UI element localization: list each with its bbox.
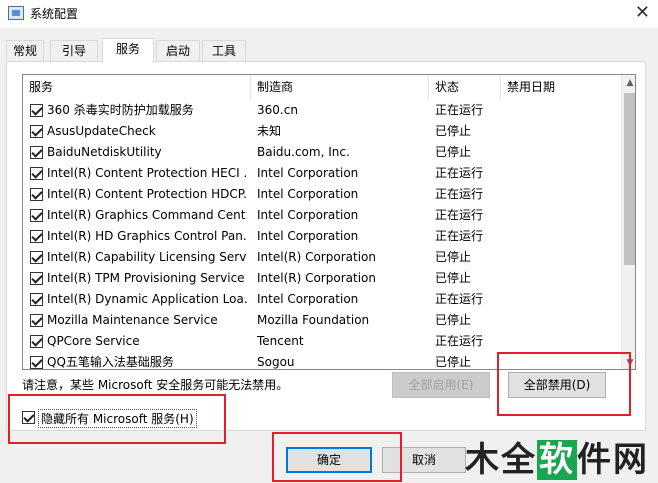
service-status: 正在运行 (435, 187, 484, 201)
table-row[interactable]: AsusUpdateCheck 未知 已停止 (23, 121, 623, 142)
service-name: Intel(R) HD Graphics Control Pan... (47, 229, 247, 243)
service-checkbox[interactable] (30, 314, 43, 327)
service-name: Intel(R) Graphics Command Cent... (47, 208, 247, 222)
services-list[interactable]: 服务 制造商 状态 禁用日期 360 杀毒实时防护加载服务 360.cn 正在运行 A… (22, 74, 636, 370)
title-bar: 系统配置 ✕ (0, 0, 658, 28)
service-status: 正在运行 (435, 208, 484, 222)
table-row[interactable]: BaiduNetdiskUtility Baidu.com, Inc. 已停止 (23, 142, 623, 163)
service-name: Intel(R) TPM Provisioning Service (47, 271, 245, 285)
service-name: Intel(R) Capability Licensing Servi... (47, 250, 247, 264)
service-name: BaiduNetdiskUtility (47, 145, 162, 159)
scroll-thumb[interactable] (624, 93, 635, 265)
service-name: Mozilla Maintenance Service (47, 313, 218, 327)
service-checkbox[interactable] (30, 209, 43, 222)
service-status: 已停止 (435, 145, 472, 159)
service-status: 正在运行 (435, 166, 484, 180)
column-header-manufacturer[interactable]: 制造商 (251, 75, 429, 100)
tab-startup[interactable]: 启动 (156, 40, 200, 62)
window-title: 系统配置 (30, 7, 79, 21)
scroll-up-icon[interactable]: ▲ (622, 75, 635, 91)
enable-all-button[interactable]: 全部启用(E) (392, 372, 490, 398)
service-status: 已停止 (435, 250, 472, 264)
table-row[interactable]: Intel(R) Content Protection HECI ... Inte… (23, 163, 623, 184)
service-status: 正在运行 (435, 103, 484, 117)
service-name: 360 杀毒实时防护加载服务 (47, 103, 194, 117)
service-status: 正在运行 (435, 334, 484, 348)
highlight-box-disable-all (497, 352, 631, 416)
service-manufacturer: Intel Corporation (257, 166, 359, 180)
table-row[interactable]: Intel(R) Graphics Command Cent... Intel C… (23, 205, 623, 226)
service-manufacturer: 未知 (257, 124, 282, 138)
table-row[interactable]: QPCore Service Tencent 正在运行 (23, 331, 623, 352)
service-name: AsusUpdateCheck (47, 124, 156, 138)
service-checkbox[interactable] (30, 272, 43, 285)
service-manufacturer: Sogou (257, 355, 295, 369)
service-status: 已停止 (435, 271, 472, 285)
app-icon (8, 6, 24, 20)
column-header-service[interactable]: 服务 (23, 75, 251, 100)
table-row[interactable]: Intel(R) Capability Licensing Servi... In… (23, 247, 623, 268)
service-checkbox[interactable] (30, 125, 43, 138)
tab-tools[interactable]: 工具 (202, 40, 246, 62)
service-checkbox[interactable] (30, 104, 43, 117)
column-header-status[interactable]: 状态 (429, 75, 501, 100)
service-status: 已停止 (435, 124, 472, 138)
service-status: 已停止 (435, 355, 472, 369)
service-name: QQ五笔输入法基础服务 (47, 355, 174, 369)
service-name: Intel(R) Content Protection HECI ... (47, 166, 247, 180)
service-checkbox[interactable] (30, 251, 43, 264)
service-status: 正在运行 (435, 229, 484, 243)
close-icon[interactable]: ✕ (635, 2, 650, 23)
service-manufacturer: Intel Corporation (257, 292, 359, 306)
service-name: Intel(R) Dynamic Application Loa... (47, 292, 247, 306)
service-manufacturer: Mozilla Foundation (257, 313, 370, 327)
service-manufacturer: Intel(R) Corporation (257, 250, 376, 264)
service-checkbox[interactable] (30, 230, 43, 243)
service-manufacturer: 360.cn (257, 103, 298, 117)
service-checkbox[interactable] (30, 356, 43, 369)
table-row[interactable]: Intel(R) Content Protection HDCP... Intel… (23, 184, 623, 205)
tab-services[interactable]: 服务 (102, 38, 154, 63)
notice-text: 请注意，某些 Microsoft 安全服务可能无法禁用。 (22, 378, 289, 392)
service-name: QPCore Service (47, 334, 140, 348)
service-name: Intel(R) Content Protection HDCP... (47, 187, 247, 201)
service-status: 已停止 (435, 313, 472, 327)
service-manufacturer: Intel Corporation (257, 187, 359, 201)
service-manufacturer: Intel(R) Corporation (257, 271, 376, 285)
tab-boot[interactable]: 引导 (50, 40, 98, 62)
service-manufacturer: Intel Corporation (257, 208, 359, 222)
highlight-box-ok (272, 432, 402, 482)
service-manufacturer: Tencent (257, 334, 304, 348)
table-row[interactable]: Intel(R) TPM Provisioning Service Intel(R… (23, 268, 623, 289)
table-row[interactable]: Mozilla Maintenance Service Mozilla Found… (23, 310, 623, 331)
table-row[interactable]: Intel(R) Dynamic Application Loa... Intel… (23, 289, 623, 310)
watermark-logo: 木全软件网 (465, 440, 649, 480)
vertical-scrollbar[interactable]: ▲ ▼ (621, 75, 635, 369)
service-manufacturer: Intel Corporation (257, 229, 359, 243)
service-manufacturer: Baidu.com, Inc. (257, 145, 350, 159)
service-checkbox[interactable] (30, 293, 43, 306)
highlight-box-hide-ms (8, 394, 226, 444)
table-row[interactable]: 360 杀毒实时防护加载服务 360.cn 正在运行 (23, 100, 623, 121)
service-checkbox[interactable] (30, 146, 43, 159)
service-checkbox[interactable] (30, 335, 43, 348)
tab-general[interactable]: 常规 (6, 40, 44, 62)
service-checkbox[interactable] (30, 167, 43, 180)
table-row[interactable]: Intel(R) HD Graphics Control Pan... Intel… (23, 226, 623, 247)
column-header-disabled-date[interactable]: 禁用日期 (501, 75, 621, 100)
service-checkbox[interactable] (30, 188, 43, 201)
service-status: 正在运行 (435, 292, 484, 306)
